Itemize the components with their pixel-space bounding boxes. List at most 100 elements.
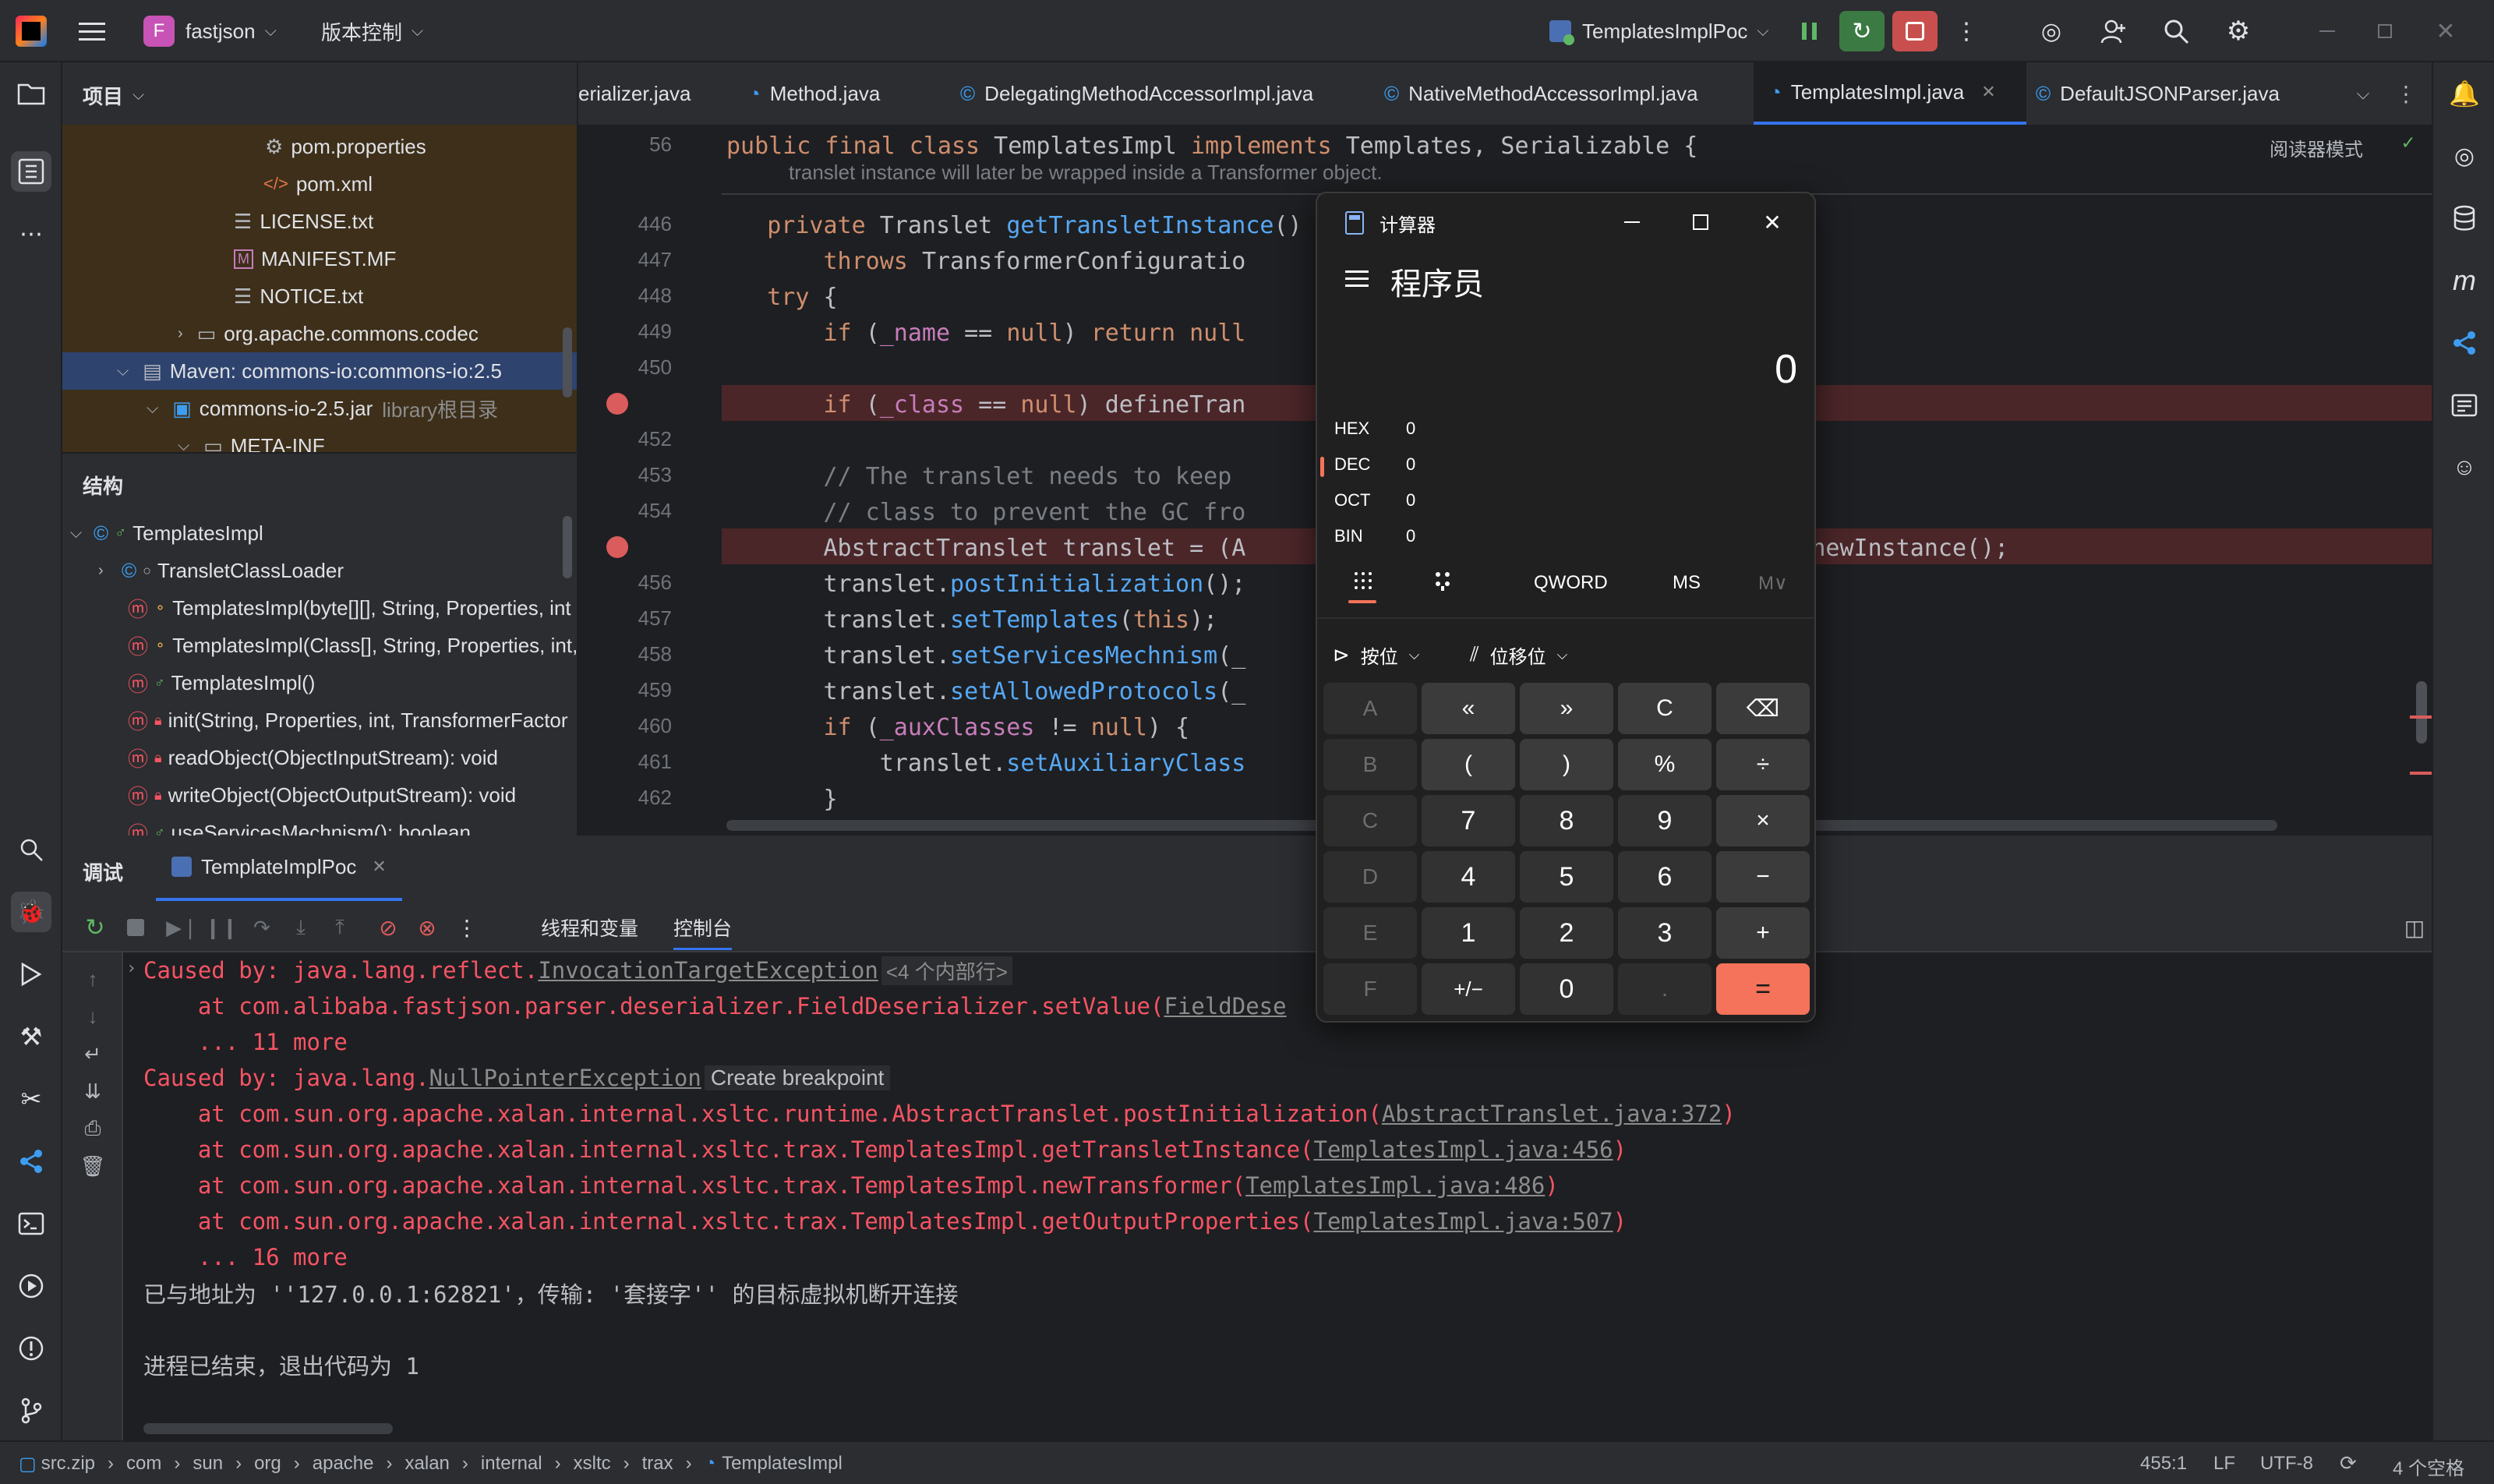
notifications-bell-icon[interactable]: 🔔 [2444, 73, 2485, 114]
key-4[interactable]: 4 [1422, 851, 1515, 903]
maven-icon[interactable]: m [2444, 260, 2485, 301]
memory-store-button[interactable]: MS [1673, 572, 1701, 594]
key-multiply[interactable]: × [1716, 795, 1810, 846]
tree-item[interactable]: ⌵ ▣ commons-io-2.5.jar library根目录 [147, 390, 498, 427]
tab-threads-variables[interactable]: 线程和变量 [541, 913, 638, 942]
trash-icon[interactable]: 🗑︎ [77, 1152, 108, 1180]
tree-item[interactable]: ☰ LICENSE.txt [234, 203, 373, 240]
breadcrumb-item[interactable]: trax [642, 1453, 673, 1475]
tab-more-icon[interactable]: ⋮ [2394, 80, 2418, 108]
tab-console[interactable]: 控制台 [673, 913, 733, 950]
breadcrumb-item[interactable]: apache [313, 1453, 374, 1475]
restore-icon[interactable] [2369, 16, 2400, 47]
key-clear[interactable]: C [1618, 683, 1712, 734]
key-9[interactable]: 9 [1618, 795, 1712, 846]
down-arrow-icon[interactable]: ↓ [77, 1002, 108, 1030]
vcs-status-icon[interactable]: ⟳ [2340, 1451, 2357, 1475]
full-keypad-icon[interactable] [1345, 563, 1381, 599]
problems-icon[interactable] [11, 1328, 51, 1369]
line-ending[interactable]: LF [2213, 1453, 2235, 1475]
key-6[interactable]: 6 [1618, 851, 1712, 903]
key-hex-c[interactable]: C [1323, 795, 1417, 846]
key-open-paren[interactable]: ( [1422, 739, 1515, 790]
source-link[interactable]: TemplatesImpl.java:486 [1245, 1172, 1545, 1199]
http-client-icon[interactable] [2444, 385, 2485, 426]
layout-settings-icon[interactable]: ◫ [2399, 912, 2430, 943]
debug-session-tab[interactable]: TemplateImplPoc ✕ [156, 836, 402, 901]
bitshift-dropdown[interactable]: ⫽ 位移位 ⌵ [1470, 636, 1567, 673]
key-8[interactable]: 8 [1520, 795, 1613, 846]
tree-scrollbar[interactable] [563, 327, 572, 398]
radix-oct[interactable]: OCT 0 [1334, 485, 1415, 516]
close-tab-icon[interactable]: ✕ [1981, 82, 1995, 102]
key-negate[interactable]: +/− [1422, 963, 1515, 1015]
exception-link[interactable]: NullPointerException [429, 1065, 701, 1091]
error-stripe-marker[interactable] [2410, 716, 2432, 719]
copilot-icon[interactable]: ☺ [2444, 447, 2485, 488]
breakpoint-icon[interactable] [606, 393, 628, 415]
run-tool-icon[interactable] [11, 954, 51, 995]
memory-list-button[interactable]: M∨ [1758, 572, 1788, 595]
rerun-debug-button[interactable]: ↻ [1839, 11, 1885, 51]
word-size-button[interactable]: QWORD [1534, 572, 1608, 594]
calc-minimize-icon[interactable] [1609, 204, 1655, 240]
ai-assistant-icon[interactable]: ◎ [2034, 14, 2068, 48]
caret-position[interactable]: 455:1 [2140, 1453, 2187, 1475]
breadcrumb-item[interactable]: TemplatesImpl [722, 1453, 843, 1475]
key-backspace[interactable]: ⌫ [1716, 683, 1810, 734]
indent-setting[interactable]: 4 个空格 [2393, 1453, 2464, 1480]
editor-v-scrollbar[interactable] [2416, 681, 2427, 744]
error-stripe-marker[interactable] [2410, 772, 2432, 775]
run-config-selector[interactable]: TemplatesImplPoc ⌵ [1549, 14, 1769, 48]
create-breakpoint-button[interactable]: Create breakpoint [704, 1065, 891, 1090]
step-out-icon[interactable]: ⤒ [324, 912, 355, 943]
breadcrumb-item[interactable]: sun [193, 1453, 223, 1475]
key-3[interactable]: 3 [1618, 907, 1712, 959]
tab-delegating-method-accessor[interactable]: © DelegatingMethodAccessorImpl.java [960, 62, 1313, 125]
structure-item[interactable]: › © ○ TransletClassLoader [98, 552, 344, 589]
key-1[interactable]: 1 [1422, 907, 1515, 959]
expand-chevron-icon[interactable]: › [126, 959, 136, 978]
file-encoding[interactable]: UTF-8 [2260, 1453, 2313, 1475]
tab-default-json-parser[interactable]: © DefaultJSONParser.java [2036, 62, 2280, 125]
exception-link[interactable]: InvocationTargetException [538, 957, 878, 984]
structure-item[interactable]: ⓜ 🔒︎ init(String, Properties, int, Transfo… [128, 701, 568, 739]
key-5[interactable]: 5 [1520, 851, 1613, 903]
calc-nav-menu-icon[interactable] [1337, 259, 1376, 298]
debug-tool-icon[interactable]: 🐞 [11, 892, 51, 932]
project-tool-icon[interactable] [11, 73, 51, 114]
scroll-to-end-icon[interactable]: ⇊ [77, 1077, 108, 1105]
key-divide[interactable]: ÷ [1716, 739, 1810, 790]
build-hammer-icon[interactable]: ⚒ [11, 1016, 51, 1057]
git-branch-icon[interactable] [11, 1390, 51, 1431]
soft-wrap-icon[interactable]: ↵ [77, 1040, 108, 1068]
breadcrumb-item[interactable]: com [126, 1453, 161, 1475]
structure-item[interactable]: ⌵ © ♂ TemplatesImpl [70, 514, 263, 552]
bit-toggle-keypad-icon[interactable] [1426, 563, 1462, 599]
project-panel-header[interactable]: 项目 ⌵ [83, 81, 144, 109]
rerun-icon[interactable]: ↻ [79, 912, 111, 943]
breadcrumb-item[interactable]: src.zip [41, 1453, 95, 1475]
key-close-paren[interactable]: ) [1520, 739, 1613, 790]
structure-item[interactable]: ⓜ ⚬ TemplatesImpl(Class[], String, Propert… [128, 627, 577, 664]
breadcrumb-item[interactable]: org [254, 1453, 281, 1475]
breadcrumb-item[interactable]: internal [481, 1453, 542, 1475]
key-2[interactable]: 2 [1520, 907, 1613, 959]
source-link[interactable]: AbstractTranslet.java:372 [1382, 1101, 1722, 1127]
settings-gear-icon[interactable]: ⚙ [2221, 14, 2256, 48]
resume-icon[interactable]: ▶❘ [166, 912, 199, 943]
inspection-ok-icon[interactable]: ✓ [2402, 131, 2415, 154]
tab-templatesimpl[interactable]: ◔ TemplatesImpl.java ✕ [1754, 62, 2026, 125]
calc-close-icon[interactable]: ✕ [1749, 204, 1796, 240]
tree-item[interactable]: ⌵ ▭ META-INF [178, 427, 325, 453]
endpoints-icon[interactable] [2444, 323, 2485, 363]
tree-item[interactable]: M MANIFEST.MF [234, 240, 396, 277]
services-icon[interactable]: ✂ [11, 1079, 51, 1119]
key-decimal[interactable]: . [1618, 963, 1712, 1015]
step-into-icon[interactable]: ⤓ [285, 912, 316, 943]
search-icon[interactable] [2159, 14, 2193, 48]
key-subtract[interactable]: − [1716, 851, 1810, 903]
tab-erializer[interactable]: erializer.java [578, 62, 707, 125]
more-actions-icon[interactable]: ⋮ [1955, 16, 1978, 47]
up-arrow-icon[interactable]: ↑ [77, 965, 108, 993]
